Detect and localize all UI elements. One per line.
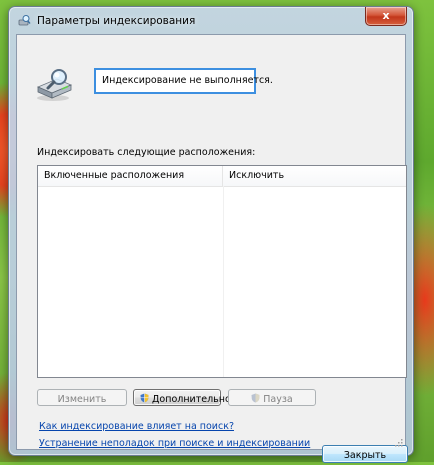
column-header-included[interactable]: Включенные расположения xyxy=(38,166,223,186)
how-indexing-affects-search-link[interactable]: Как индексирование влияет на поиск? xyxy=(39,421,234,432)
advanced-button-label: Дополнительно xyxy=(152,394,231,405)
troubleshoot-search-link[interactable]: Устранение неполадок при поиске и индекс… xyxy=(39,438,310,449)
window-title: Параметры индексирования xyxy=(37,15,196,27)
resize-grip-icon[interactable] xyxy=(393,437,403,447)
indexed-locations-list[interactable]: Включенные расположения Исключить xyxy=(37,165,407,378)
column-header-exclude[interactable]: Исключить xyxy=(223,166,399,186)
indexing-options-window: Параметры индексирования x Индексировани… xyxy=(8,6,414,463)
pause-button[interactable]: Пауза xyxy=(228,389,316,406)
close-button[interactable]: Закрыть xyxy=(322,445,408,463)
pause-button-label: Пауза xyxy=(263,394,293,405)
indexing-options-icon xyxy=(18,15,31,26)
uac-shield-icon xyxy=(251,393,260,403)
advanced-button[interactable]: Дополнительно xyxy=(133,389,231,406)
uac-shield-icon xyxy=(140,393,149,403)
indexing-status-box: Индексирование не выполняется. xyxy=(94,68,273,94)
close-icon: x xyxy=(382,9,390,22)
close-window-button[interactable]: x xyxy=(365,7,407,26)
column-divider xyxy=(223,186,224,377)
dialog-client-area: Индексирование не выполняется. Индексиро… xyxy=(16,34,408,463)
indexing-status-text: Индексирование не выполняется. xyxy=(102,75,273,86)
locations-label: Индексировать следующие расположения: xyxy=(37,147,256,158)
drive-search-icon xyxy=(36,69,73,101)
title-bar[interactable]: Параметры индексирования x xyxy=(9,7,413,35)
list-header: Включенные расположения Исключить xyxy=(38,166,406,187)
edit-button[interactable]: Изменить xyxy=(37,389,127,406)
